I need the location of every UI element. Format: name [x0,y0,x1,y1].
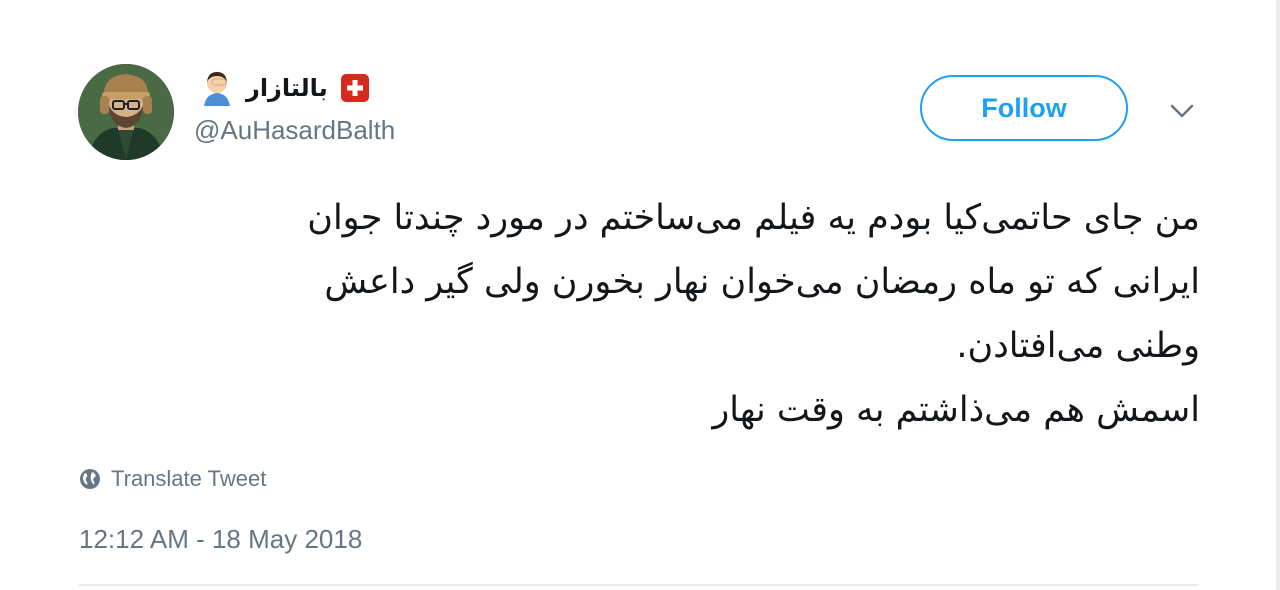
face-palm-icon [204,72,230,106]
globe-icon [80,469,100,489]
follow-button[interactable]: Follow [920,75,1128,141]
chevron-down-icon [1170,104,1194,118]
tweet-line: اسمش هم می‌ذاشتم به وقت نهار [712,390,1200,430]
tweet-line: من جای حاتمی‌کیا بودم یه فیلم می‌ساختم د… [307,198,1200,238]
display-name[interactable]: بالتازار [246,74,328,102]
more-options-button[interactable] [1164,94,1200,128]
user-handle[interactable]: @AuHasardBalth [194,115,395,146]
swiss-flag-icon [340,74,369,102]
tweet-line: ایرانی که تو ماه رمضان می‌خوان نهار بخور… [324,262,1200,302]
divider [79,584,1199,586]
tweet-line: وطنی می‌افتادن. [956,326,1200,366]
window-edge [1276,0,1280,590]
avatar-illustration [78,64,174,160]
translate-tweet-label[interactable]: Translate Tweet [111,466,266,492]
display-name-row[interactable]: بالتازار [200,66,370,110]
tweet-text: من جای حاتمی‌کیا بودم یه فیلم می‌ساختم د… [76,186,1200,442]
tweet-timestamp[interactable]: 12:12 AM - 18 May 2018 [79,524,362,555]
translate-tweet-link[interactable]: Translate Tweet [79,464,266,494]
avatar[interactable] [78,64,174,160]
